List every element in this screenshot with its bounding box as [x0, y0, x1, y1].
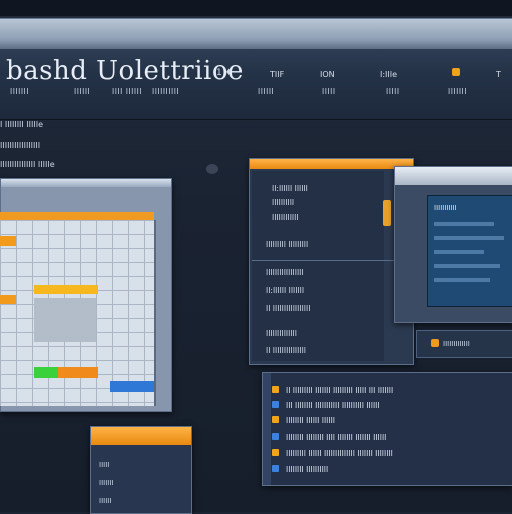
preview-line: [434, 264, 500, 268]
nav-sub-7[interactable]: IIIII: [386, 87, 400, 96]
preview-window: IIIIIIIIIII: [394, 166, 512, 323]
bullet-icon: [272, 386, 279, 393]
dialog-line[interactable]: IIIIIIIIIIII: [272, 213, 299, 222]
cell-bar-green[interactable]: [34, 367, 58, 378]
sidebar-line-1[interactable]: I IIIIIIII IIIIIe: [0, 120, 43, 129]
nav-sub-4[interactable]: IIIIIIIIII: [152, 87, 179, 96]
bullet-icon: [272, 449, 279, 456]
preview-statusbar[interactable]: IIIIIIIIIIIII: [416, 330, 512, 358]
spreadsheet-header-row: [0, 212, 154, 220]
nav-sub-5[interactable]: IIIIII: [258, 87, 274, 96]
dialog-line[interactable]: II IIIIIIIIIIIIIIIII: [266, 304, 310, 313]
nav-sub-2[interactable]: IIIIII: [74, 87, 90, 96]
preview-screen: IIIIIIIIIII: [427, 195, 512, 307]
nav-sub-3[interactable]: IIII IIIIII: [112, 87, 142, 96]
list-item[interactable]: II IIIIIIIII IIIIIII IIIIIIIII IIIII III…: [286, 386, 393, 395]
bottom-panel-line[interactable]: IIIIIII: [99, 479, 113, 487]
nav-item-2[interactable]: ION: [320, 70, 335, 79]
cell-selection[interactable]: [34, 298, 96, 342]
slider-handle[interactable]: [383, 200, 391, 226]
bullet-icon: [272, 433, 279, 440]
sidebar-line-2[interactable]: IIIIIIIIIIIIIIIII: [0, 141, 40, 150]
app-logo: bashd Uolettriioe: [6, 56, 244, 86]
nav-sub-8[interactable]: IIIIIII: [448, 87, 467, 96]
list-gutter: [263, 373, 271, 485]
preview-line: [434, 222, 494, 226]
cell-bar-yellow[interactable]: [34, 285, 98, 294]
bottom-panel-titlebar[interactable]: [91, 427, 191, 445]
bottom-panel-line[interactable]: IIIII: [99, 461, 109, 469]
nav-item-3[interactable]: I:IIIe: [380, 70, 397, 79]
orange-square-icon[interactable]: [452, 68, 460, 76]
list-item[interactable]: III IIIIIIII IIIIIIIIIII IIIIIIIIII IIII…: [286, 401, 380, 410]
list-item[interactable]: IIIIIIII IIIIIIII IIII IIIIIII IIIIIII I…: [286, 433, 386, 442]
cell-bar-blue[interactable]: [110, 381, 154, 392]
cell-highlight[interactable]: [0, 236, 16, 246]
list-item[interactable]: IIIIIIII IIIIIIIIII: [286, 465, 328, 474]
preview-line: [434, 236, 504, 240]
sidebar-line-3[interactable]: IIIIIIIIIIIIIII IIIIIe: [0, 160, 55, 169]
pointer-icon: [206, 164, 218, 174]
nav-item-4[interactable]: T: [496, 70, 501, 79]
bottom-panel-line[interactable]: IIIIII: [99, 497, 111, 505]
preview-caption: IIIIIIIIIII: [434, 204, 457, 212]
header-toolbar: [0, 19, 512, 49]
dialog-line[interactable]: IIIIIIIII IIIIIIIII: [266, 240, 308, 249]
dialog-line[interactable]: IIIIIIIIIIIIIIIII: [266, 268, 304, 277]
dialog-line[interactable]: IIIIIIIIIIIIII: [266, 329, 297, 338]
spreadsheet-titlebar[interactable]: [1, 179, 171, 187]
preview-line: [434, 250, 484, 254]
bottom-panel: IIIII IIIIIII IIIIII: [90, 426, 192, 514]
dialog-line[interactable]: II IIIIIIIIIIIIIII: [266, 346, 306, 355]
nav-sub-1[interactable]: IIIIIII: [10, 87, 29, 96]
logo-mark-icon: 1 ♦: [216, 68, 233, 78]
list-item[interactable]: IIIIIIIII IIIIII IIIIIIIIIIIIII IIIIIII …: [286, 449, 393, 458]
cell-bar-orange[interactable]: [58, 367, 98, 378]
nav-item-1[interactable]: TIIF: [270, 70, 284, 79]
orange-square-icon: [431, 339, 439, 347]
divider: [252, 260, 410, 261]
preview-status-label: IIIIIIIIIIIII: [443, 340, 470, 348]
list-item[interactable]: IIIIIIII IIIIII IIIIII: [286, 416, 335, 425]
nav-sub-6[interactable]: IIIII: [322, 87, 336, 96]
preview-titlebar[interactable]: [395, 167, 512, 185]
dialog-line[interactable]: II:IIIIII IIIIII: [272, 184, 308, 193]
preview-line: [434, 278, 490, 282]
cell-highlight[interactable]: [0, 295, 16, 304]
top-strip: [0, 0, 512, 16]
bullet-icon: [272, 401, 279, 408]
bullet-icon: [272, 465, 279, 472]
dialog-titlebar[interactable]: [250, 159, 413, 169]
dialog-line[interactable]: IIIIIIIIII: [272, 198, 294, 207]
dialog-line[interactable]: II:IIIIII IIIIIII: [266, 286, 304, 295]
bullet-icon: [272, 416, 279, 423]
